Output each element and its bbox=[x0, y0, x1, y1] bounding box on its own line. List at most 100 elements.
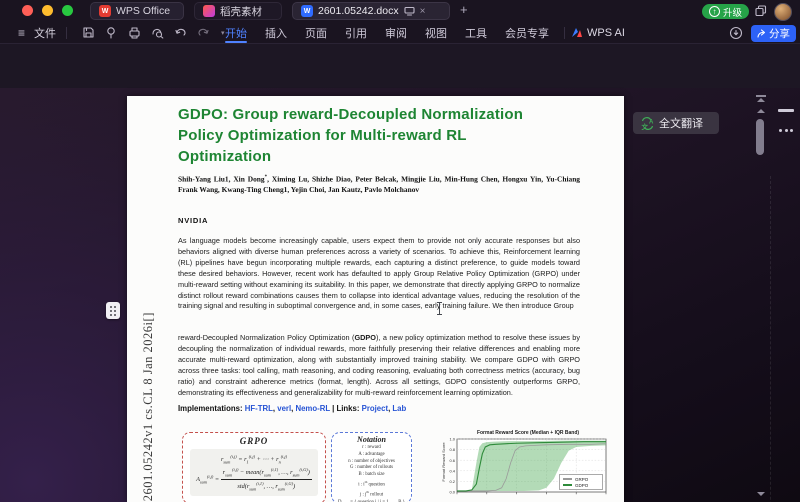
wps-office-window: W WPS Office 稻壳素材 W 2601.05242.docx × + … bbox=[0, 0, 800, 502]
export-pdf-icon[interactable] bbox=[105, 26, 118, 39]
svg-text:1.0: 1.0 bbox=[449, 437, 455, 442]
figure-reward-chart: Format Reward Score (Median + IQR Band) … bbox=[440, 430, 612, 502]
chart-plot-area: 0.00.20.40.60.81.0 bbox=[440, 436, 612, 502]
titlebar: W WPS Office 稻壳素材 W 2601.05242.docx × + … bbox=[0, 0, 800, 22]
tab-home[interactable]: 开始 bbox=[216, 22, 256, 43]
wps-ai-logo-icon bbox=[571, 27, 583, 38]
arxiv-margin-text: v:2601.05242v1 cs.CL 8 Jan 2026i[] bbox=[141, 222, 156, 502]
cloud-sync-icon[interactable] bbox=[729, 26, 743, 40]
scroll-to-top-button[interactable] bbox=[756, 95, 766, 103]
document-page[interactable]: GDPO: Group reward-Decoupled Normalizati… bbox=[127, 96, 624, 502]
tab-label: 稻壳素材 bbox=[220, 4, 262, 19]
grpo-formula-advantage-lhs: Asum(i,j) = bbox=[196, 476, 219, 483]
svg-text:文: 文 bbox=[641, 122, 649, 130]
tab-view[interactable]: 视图 bbox=[416, 22, 456, 43]
divider bbox=[66, 27, 67, 39]
legend-swatch-grpo bbox=[563, 478, 572, 479]
tab-wps-ai[interactable]: WPS AI bbox=[583, 22, 634, 43]
abstract-paragraph-1: As language models become increasingly c… bbox=[178, 236, 580, 331]
scrollbar-thumb[interactable] bbox=[756, 119, 764, 155]
share-button[interactable]: 分享 bbox=[751, 25, 796, 42]
tab-page[interactable]: 页面 bbox=[296, 22, 336, 43]
ribbon-toolbar: 格式刷 Arial ▾ 9.5 ▾ A+ A− A * ▾ bbox=[0, 44, 800, 88]
link-lab[interactable]: Lab bbox=[392, 404, 406, 413]
docer-logo-icon bbox=[203, 5, 215, 17]
save-icon[interactable] bbox=[82, 26, 95, 39]
full-text-translate-button[interactable]: 文 A 全文翻译 bbox=[633, 112, 719, 134]
svg-text:0.0: 0.0 bbox=[449, 490, 455, 495]
svg-text:0.4: 0.4 bbox=[449, 468, 455, 473]
paragraph-drag-handle[interactable] bbox=[106, 302, 120, 319]
ribbon-tabs: 开始 插入 页面 引用 审阅 视图 工具 会员专享 WPS AI bbox=[216, 22, 634, 43]
more-options-dots-icon[interactable] bbox=[779, 129, 793, 132]
link-verl[interactable]: verl bbox=[277, 404, 291, 413]
upgrade-label: 升级 bbox=[723, 5, 742, 19]
print-icon[interactable] bbox=[128, 26, 141, 39]
upgrade-button[interactable]: ↑ 升级 bbox=[702, 4, 749, 19]
new-tab-button[interactable]: + bbox=[460, 2, 468, 17]
legend-label-gdpo: GDPO bbox=[575, 483, 588, 488]
macos-minimize-button[interactable] bbox=[42, 5, 53, 16]
tab-tools[interactable]: 工具 bbox=[456, 22, 496, 43]
legend-swatch-gdpo bbox=[563, 484, 572, 485]
wps-logo-icon: W bbox=[99, 5, 111, 17]
scrollbar-down-arrow[interactable] bbox=[757, 492, 765, 496]
tab-label: WPS Office bbox=[116, 5, 170, 17]
implementations-line: Implementations: HF-TRL, verl, Nemo-RL |… bbox=[178, 404, 580, 413]
redo-icon[interactable] bbox=[197, 26, 210, 39]
link-nemo-rl[interactable]: Nemo-RL bbox=[295, 404, 330, 413]
notation-line: i : ith question bbox=[332, 479, 411, 489]
tab-wps-office[interactable]: W WPS Office bbox=[90, 2, 184, 20]
legend-label-grpo: GRPO bbox=[575, 477, 588, 482]
file-menu[interactable]: 文件 bbox=[34, 22, 56, 43]
paper-authors: Shih-Yang Liu1, Xin Dong*, Ximing Lu, Sh… bbox=[178, 172, 580, 208]
hamburger-menu-icon[interactable]: ≡ bbox=[18, 22, 25, 43]
grpo-formulas: rsum(i,j) = r1(i,j) + ⋯ + rn(i,j) Asum(i… bbox=[190, 449, 318, 496]
user-avatar[interactable] bbox=[774, 3, 792, 21]
link-project[interactable]: Project bbox=[362, 404, 388, 413]
upgrade-arrow-icon: ↑ bbox=[709, 6, 720, 17]
links-label: Links: bbox=[336, 404, 359, 413]
translate-label: 全文翻译 bbox=[659, 115, 703, 131]
notation-line: j : jth rollout bbox=[332, 489, 411, 499]
tab-reference[interactable]: 引用 bbox=[336, 22, 376, 43]
tab-docer-templates[interactable]: 稻壳素材 bbox=[194, 2, 282, 20]
link-hf-trl[interactable]: HF-TRL bbox=[245, 404, 273, 413]
svg-text:0.8: 0.8 bbox=[449, 447, 455, 452]
svg-text:0.2: 0.2 bbox=[449, 479, 455, 484]
macos-close-button[interactable] bbox=[22, 5, 33, 16]
notation-box-title: Notation bbox=[332, 435, 411, 444]
close-tab-icon[interactable]: × bbox=[420, 6, 426, 17]
abstract-paragraph-2: reward-Decoupled Normalization Policy Op… bbox=[178, 333, 580, 405]
figure-grpo-box: GRPO rsum(i,j) = r1(i,j) + ⋯ + rn(i,j) A… bbox=[182, 432, 326, 502]
figure-notation-box: Notation r : reward A : advantage n : nu… bbox=[331, 432, 412, 502]
implementations-label: Implementations: bbox=[178, 404, 243, 413]
scrollbar-up-arrow[interactable] bbox=[757, 109, 765, 113]
paper-affiliation: NVIDIA bbox=[178, 216, 208, 225]
macos-zoom-button[interactable] bbox=[62, 5, 73, 16]
translate-icon: 文 A bbox=[641, 117, 654, 130]
screen-share-icon[interactable] bbox=[404, 6, 415, 16]
sidebar-collapse-handle[interactable] bbox=[778, 109, 794, 112]
print-preview-icon[interactable] bbox=[151, 26, 164, 39]
share-label: 分享 bbox=[769, 26, 790, 41]
text-cursor-ibeam bbox=[436, 302, 443, 315]
notation-line: n : number of objectives bbox=[332, 459, 411, 466]
grpo-formula-numerator: rsum(i,j) − mean(rsum(i,1), …, rsum(i,G)… bbox=[221, 467, 312, 479]
tab-label: 2601.05242.docx bbox=[318, 5, 399, 17]
grpo-formula-denominator: std(rsum(i,1), …, rsum(i,G)) bbox=[221, 480, 312, 491]
tab-membership[interactable]: 会员专享 bbox=[496, 22, 558, 43]
notation-line: B : batch size bbox=[332, 472, 411, 479]
grpo-box-title: GRPO bbox=[183, 436, 325, 446]
tab-document[interactable]: W 2601.05242.docx × bbox=[292, 2, 450, 20]
tab-review[interactable]: 审阅 bbox=[376, 22, 416, 43]
notation-line: G : number of rollouts bbox=[332, 465, 411, 472]
document-canvas: GDPO: Group reward-Decoupled Normalizati… bbox=[0, 88, 800, 502]
undo-icon[interactable] bbox=[174, 26, 187, 39]
divider bbox=[564, 27, 565, 39]
grpo-formula-sum: rsum(i,j) = r1(i,j) + ⋯ + rn(i,j) bbox=[193, 454, 315, 464]
tab-insert[interactable]: 插入 bbox=[256, 22, 296, 43]
window-restore-icon[interactable] bbox=[755, 5, 767, 17]
svg-text:A: A bbox=[649, 119, 654, 125]
share-arrow-icon bbox=[757, 29, 766, 38]
